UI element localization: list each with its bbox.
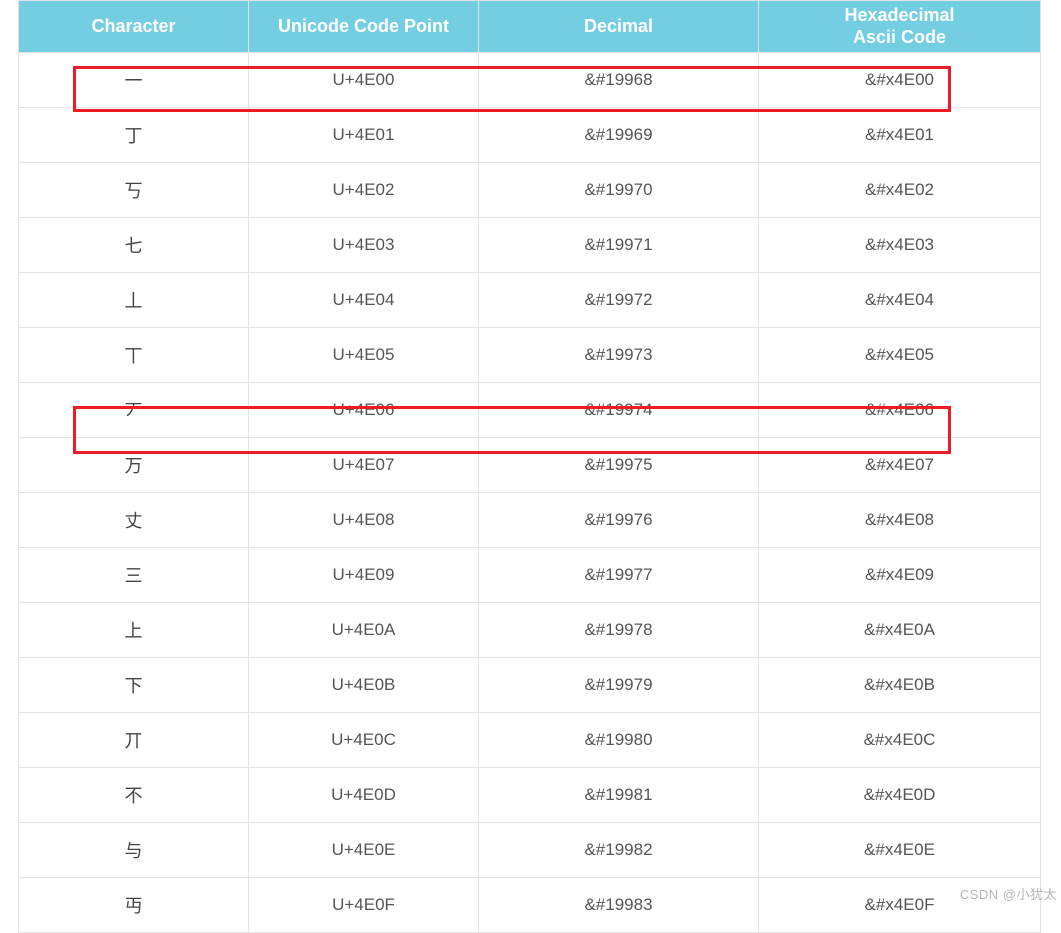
cell-decimal: &#19982 (479, 823, 759, 878)
cell-decimal: &#19974 (479, 383, 759, 438)
cell-decimal: &#19968 (479, 53, 759, 108)
cell-character: 一 (19, 53, 249, 108)
table-row: 不U+4E0D&#19981&#x4E0D (19, 768, 1041, 823)
table-row: 七U+4E03&#19971&#x4E03 (19, 218, 1041, 273)
cell-decimal: &#19975 (479, 438, 759, 493)
table-row: 丏U+4E0F&#19983&#x4E0F (19, 878, 1041, 933)
cell-decimal: &#19973 (479, 328, 759, 383)
col-header-hex-line2: Ascii Code (759, 27, 1041, 53)
table-row: 一U+4E00&#19968&#x4E00 (19, 53, 1041, 108)
cell-character: 下 (19, 658, 249, 713)
cell-hex: &#x4E06 (759, 383, 1041, 438)
cell-character: 丁 (19, 108, 249, 163)
table-row: 丌U+4E0C&#19980&#x4E0C (19, 713, 1041, 768)
cell-character: 丆 (19, 383, 249, 438)
cell-decimal: &#19969 (479, 108, 759, 163)
table-row: 下U+4E0B&#19979&#x4E0B (19, 658, 1041, 713)
col-header-decimal: Decimal (479, 1, 759, 53)
cell-codepoint: U+4E0B (249, 658, 479, 713)
cell-hex: &#x4E02 (759, 163, 1041, 218)
cell-hex: &#x4E0E (759, 823, 1041, 878)
cell-decimal: &#19981 (479, 768, 759, 823)
cell-decimal: &#19976 (479, 493, 759, 548)
cell-hex: &#x4E08 (759, 493, 1041, 548)
table-row: 万U+4E07&#19975&#x4E07 (19, 438, 1041, 493)
cell-codepoint: U+4E01 (249, 108, 479, 163)
cell-character: 丂 (19, 163, 249, 218)
cell-hex: &#x4E0A (759, 603, 1041, 658)
cell-codepoint: U+4E09 (249, 548, 479, 603)
table-row: 与U+4E0E&#19982&#x4E0E (19, 823, 1041, 878)
cell-codepoint: U+4E07 (249, 438, 479, 493)
cell-character: 丈 (19, 493, 249, 548)
cell-decimal: &#19970 (479, 163, 759, 218)
watermark: CSDN @小犹太 (960, 884, 1057, 903)
cell-codepoint: U+4E02 (249, 163, 479, 218)
cell-character: 丌 (19, 713, 249, 768)
cell-hex: &#x4E04 (759, 273, 1041, 328)
cell-codepoint: U+4E00 (249, 53, 479, 108)
cell-codepoint: U+4E0C (249, 713, 479, 768)
cell-codepoint: U+4E04 (249, 273, 479, 328)
col-header-hex-line1: Hexadecimal (759, 1, 1041, 27)
cell-decimal: &#19977 (479, 548, 759, 603)
table-body: 一U+4E00&#19968&#x4E00丁U+4E01&#19969&#x4E… (19, 53, 1041, 933)
cell-character: 七 (19, 218, 249, 273)
cell-character: 上 (19, 603, 249, 658)
cell-decimal: &#19983 (479, 878, 759, 933)
cell-character: 丏 (19, 878, 249, 933)
cell-character: 万 (19, 438, 249, 493)
table-row: 三U+4E09&#19977&#x4E09 (19, 548, 1041, 603)
cell-hex: &#x4E00 (759, 53, 1041, 108)
table-row: 丅U+4E05&#19973&#x4E05 (19, 328, 1041, 383)
cell-character: 与 (19, 823, 249, 878)
cell-codepoint: U+4E03 (249, 218, 479, 273)
table-row: 丂U+4E02&#19970&#x4E02 (19, 163, 1041, 218)
cell-codepoint: U+4E0A (249, 603, 479, 658)
cell-decimal: &#19972 (479, 273, 759, 328)
col-header-character: Character (19, 1, 249, 53)
cell-decimal: &#19979 (479, 658, 759, 713)
cell-hex: &#x4E09 (759, 548, 1041, 603)
cell-decimal: &#19978 (479, 603, 759, 658)
unicode-table: Character Unicode Code Point Decimal Hex… (18, 0, 1041, 933)
cell-codepoint: U+4E0E (249, 823, 479, 878)
table-row: 丈U+4E08&#19976&#x4E08 (19, 493, 1041, 548)
cell-hex: &#x4E0D (759, 768, 1041, 823)
cell-decimal: &#19980 (479, 713, 759, 768)
cell-character: 不 (19, 768, 249, 823)
cell-codepoint: U+4E05 (249, 328, 479, 383)
cell-decimal: &#19971 (479, 218, 759, 273)
cell-hex: &#x4E0B (759, 658, 1041, 713)
col-header-codepoint: Unicode Code Point (249, 1, 479, 53)
cell-hex: &#x4E05 (759, 328, 1041, 383)
cell-hex: &#x4E03 (759, 218, 1041, 273)
cell-codepoint: U+4E0D (249, 768, 479, 823)
cell-hex: &#x4E0C (759, 713, 1041, 768)
cell-hex: &#x4E01 (759, 108, 1041, 163)
cell-character: 丄 (19, 273, 249, 328)
table-row: 丆U+4E06&#19974&#x4E06 (19, 383, 1041, 438)
table-row: 丁U+4E01&#19969&#x4E01 (19, 108, 1041, 163)
table-row: 丄U+4E04&#19972&#x4E04 (19, 273, 1041, 328)
cell-codepoint: U+4E06 (249, 383, 479, 438)
cell-hex: &#x4E07 (759, 438, 1041, 493)
cell-codepoint: U+4E0F (249, 878, 479, 933)
cell-character: 丅 (19, 328, 249, 383)
cell-codepoint: U+4E08 (249, 493, 479, 548)
cell-character: 三 (19, 548, 249, 603)
table-row: 上U+4E0A&#19978&#x4E0A (19, 603, 1041, 658)
